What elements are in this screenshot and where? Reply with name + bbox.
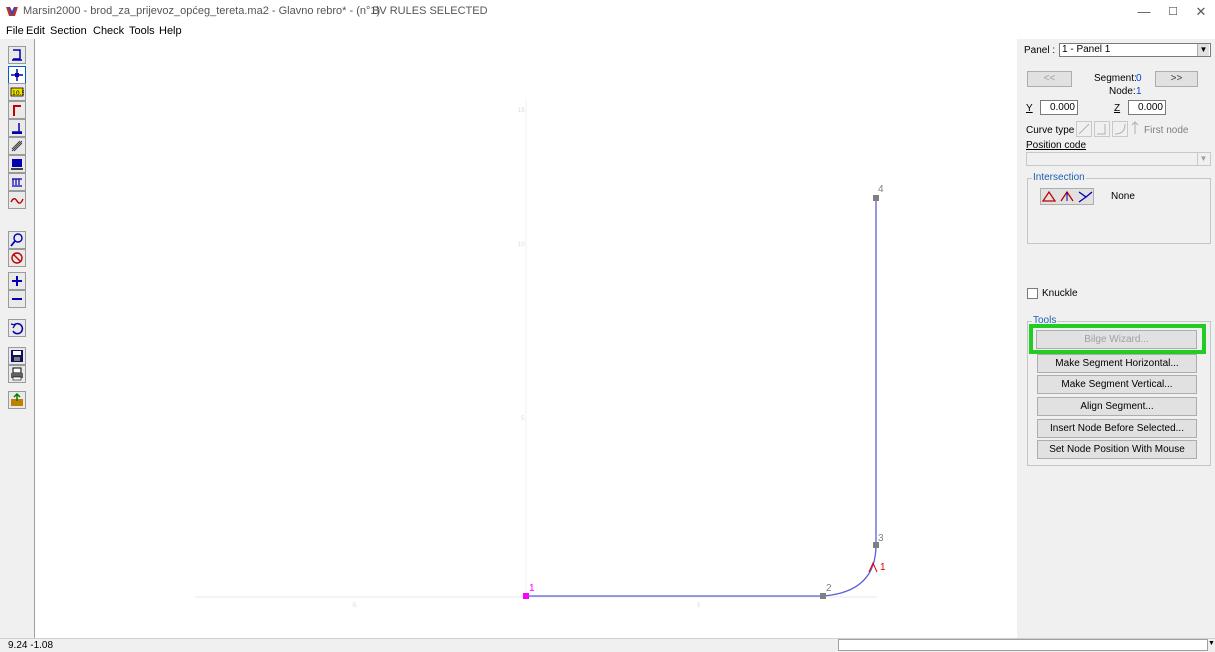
first-node-label: First node: [1144, 125, 1189, 136]
next-segment-button[interactable]: >>: [1155, 71, 1198, 87]
curve-icon[interactable]: [8, 191, 26, 209]
dimension-icon[interactable]: 10.5: [8, 83, 26, 101]
rules-status: BV RULES SELECTED: [372, 5, 488, 17]
intersection-tools[interactable]: [1040, 188, 1094, 205]
node-4-label: 4: [878, 184, 884, 195]
drawing-canvas[interactable]: 15 10 5 -5 5 1 1 2 3 4: [35, 39, 1017, 638]
tool-palette: 10.5: [0, 39, 35, 638]
knuckle-label: Knuckle: [1042, 288, 1078, 299]
export-icon[interactable]: [8, 391, 26, 409]
intersection-group: Intersection None: [1027, 172, 1211, 244]
menu-bar: File Edit Section Check Tools Help: [0, 24, 1215, 39]
axis-tick-pos5: 5: [697, 603, 701, 609]
cursor-coordinates: 9.24 -1.08: [8, 640, 54, 651]
bilge-wizard-button[interactable]: Bilge Wizard...: [1036, 330, 1197, 349]
app-icon: [6, 6, 18, 16]
undo-icon[interactable]: [8, 319, 26, 337]
z-label: Z: [1114, 103, 1121, 114]
node-value: 1: [1136, 86, 1142, 97]
minimize-button[interactable]: —: [1134, 4, 1154, 20]
chevron-down-icon[interactable]: ▼: [1197, 153, 1209, 165]
plate-icon[interactable]: [8, 119, 26, 137]
menu-help[interactable]: Help: [159, 25, 182, 37]
node-1-label: 1: [529, 583, 535, 594]
zoom-cancel-icon[interactable]: [8, 249, 26, 267]
y-field[interactable]: [1040, 100, 1078, 115]
intersection-icon: [1041, 190, 1093, 203]
chevron-down-icon[interactable]: ▼: [1197, 44, 1209, 56]
chevron-down-icon[interactable]: ▼: [1208, 640, 1215, 647]
prev-segment-button[interactable]: <<: [1027, 71, 1072, 87]
curve-line-icon[interactable]: [1076, 121, 1092, 137]
menu-file[interactable]: File: [6, 25, 24, 37]
axis-tick-5: 5: [521, 416, 525, 422]
list-icon[interactable]: [8, 173, 26, 191]
y-label: Y: [1026, 103, 1033, 114]
axis-tick-neg5: -5: [351, 603, 357, 609]
intersection-value: None: [1111, 191, 1135, 202]
status-dropdown[interactable]: [838, 639, 1208, 651]
knuckle-checkbox[interactable]: [1027, 288, 1038, 299]
curve-spline-icon[interactable]: [1130, 121, 1140, 137]
window-title: Marsin2000 - brod_za_prijevoz_općeg_tere…: [23, 5, 381, 17]
segment-label-text: Segment:: [1094, 73, 1137, 84]
minus-icon[interactable]: [8, 290, 26, 308]
curve-corner-icon[interactable]: [1094, 121, 1110, 137]
position-code-label: Position code: [1026, 140, 1087, 151]
node-3-label: 3: [878, 533, 884, 544]
menu-section[interactable]: Section: [50, 25, 87, 37]
z-field[interactable]: [1128, 100, 1166, 115]
insert-node-button[interactable]: Insert Node Before Selected...: [1037, 419, 1197, 438]
svg-text:10.5: 10.5: [12, 90, 24, 97]
plus-icon[interactable]: [8, 272, 26, 290]
close-button[interactable]: ✕: [1191, 4, 1211, 20]
menu-tools[interactable]: Tools: [129, 25, 155, 37]
segment-label: 1: [880, 562, 886, 573]
panel-label: Panel :: [1024, 45, 1056, 56]
save-icon[interactable]: [8, 347, 26, 365]
corner-icon[interactable]: [8, 101, 26, 119]
node-2-label: 2: [826, 583, 832, 594]
node-label-text: Node:: [1109, 86, 1136, 97]
section-drawing: 15 10 5 -5 5 1 1 2 3 4: [195, 99, 886, 609]
segment-value: 0: [1136, 73, 1142, 84]
print-icon[interactable]: [8, 365, 26, 383]
node-4-marker: [873, 195, 879, 201]
position-code-select[interactable]: ▼: [1026, 152, 1211, 166]
align-segment-button[interactable]: Align Segment...: [1037, 397, 1197, 416]
menu-check[interactable]: Check: [93, 25, 124, 37]
make-horizontal-button[interactable]: Make Segment Horizontal...: [1037, 354, 1197, 373]
maximize-button[interactable]: ☐: [1163, 4, 1183, 20]
section-view-icon[interactable]: [8, 155, 26, 173]
title-bar: Marsin2000 - brod_za_prijevoz_općeg_tere…: [0, 0, 1215, 24]
stiffener-icon[interactable]: [8, 137, 26, 155]
axis-tick-10: 10: [518, 242, 525, 248]
node-add-icon[interactable]: [8, 66, 26, 84]
curve-arc-icon[interactable]: [1112, 121, 1128, 137]
make-vertical-button[interactable]: Make Segment Vertical...: [1037, 375, 1197, 394]
status-bar: 9.24 -1.08 ▼: [0, 638, 1215, 652]
set-node-position-button[interactable]: Set Node Position With Mouse: [1037, 440, 1197, 459]
panel-select[interactable]: 1 - Panel 1 ▼: [1059, 43, 1211, 57]
frame-icon[interactable]: [8, 46, 26, 64]
menu-edit[interactable]: Edit: [26, 25, 45, 37]
axis-tick-15: 15: [518, 108, 525, 114]
curve-type-label: Curve type: [1026, 125, 1075, 136]
zoom-in-icon[interactable]: [8, 231, 26, 249]
panel-select-value: 1 - Panel 1: [1062, 44, 1111, 55]
intersection-title: Intersection: [1032, 172, 1086, 183]
property-panel: Panel : 1 - Panel 1 ▼ << Segment: 0 >> N…: [1018, 39, 1215, 638]
